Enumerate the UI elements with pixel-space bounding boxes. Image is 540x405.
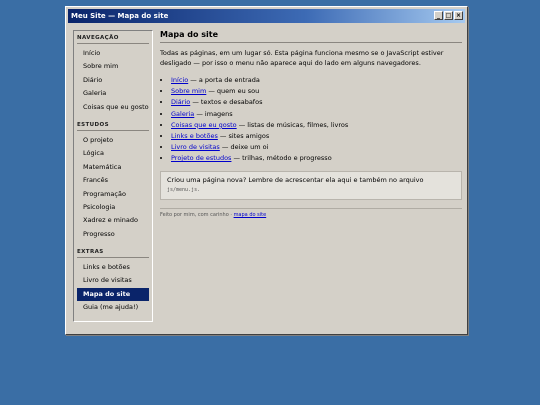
sidebar-item[interactable]: Progresso [77, 228, 149, 241]
close-button[interactable]: × [454, 11, 463, 20]
sitemap-link[interactable]: Links e botões [171, 132, 218, 140]
sitemap-item: Início — a porta de entrada [171, 75, 462, 86]
title-bar[interactable]: Meu Site — Mapa do site _ □ × [68, 9, 465, 23]
sidebar-item[interactable]: Psicologia [77, 201, 149, 214]
note-code: js/menu.js [167, 186, 198, 193]
maximize-button[interactable]: □ [444, 11, 453, 20]
sitemap-item: Galeria — imagens [171, 109, 462, 120]
sitemap-link[interactable]: Início [171, 76, 188, 84]
sidebar-menu: NAVEGAÇÃO Início Sobre mim Diário Galeria Coi… [73, 30, 153, 322]
sitemap-desc: — deixe um oi [219, 143, 269, 152]
main-content: Mapa do site Todas as páginas, em um lug… [160, 30, 462, 218]
sitemap-desc: — listas de músicas, filmes, livros [236, 120, 349, 129]
sidebar-item[interactable]: Livro de visitas [77, 274, 149, 287]
minimize-button[interactable]: _ [434, 11, 443, 20]
sitemap-desc: — textos e desabafos [190, 98, 263, 107]
footer-link[interactable]: mapa do site [234, 212, 267, 218]
sidebar-item[interactable]: Programação [77, 188, 149, 201]
sidebar-section-heading: EXTRAS [77, 245, 149, 259]
sidebar-item[interactable]: Guia (me ajuda!) [77, 301, 149, 314]
sidebar-item[interactable]: O projeto [77, 134, 149, 147]
sitemap-item: Sobre mim — quem eu sou [171, 86, 462, 97]
sidebar-item[interactable]: Mapa do site [77, 287, 149, 302]
sidebar-section-heading: ESTUDOS [77, 118, 149, 131]
note-end: . [197, 186, 201, 193]
sitemap-desc: — quem eu sou [206, 87, 260, 96]
sitemap-link[interactable]: Projeto de estudos [171, 154, 231, 162]
info-note: Criou uma página nova? Lembre de acresce… [160, 170, 462, 200]
sidebar-item[interactable]: Lógica [77, 147, 149, 160]
sitemap-item: Livro de visitas — deixe um oi [171, 142, 462, 153]
sitemap-link[interactable]: Sobre mim [171, 87, 206, 95]
sidebar-item[interactable]: Coisas que eu gosto [77, 101, 149, 114]
sidebar-item[interactable]: Galeria [77, 87, 149, 100]
sitemap-link[interactable]: Livro de visitas [171, 143, 220, 151]
sitemap-item: Links e botões — sites amigos [171, 131, 462, 142]
sitemap-list: Início — a porta de entradaSobre mim — q… [160, 75, 462, 165]
page-title: Mapa do site [160, 30, 462, 43]
sitemap-link[interactable]: Galeria [171, 110, 194, 118]
sidebar-item[interactable]: Diário [77, 74, 149, 87]
sitemap-link[interactable]: Diário [171, 98, 190, 106]
intro-text: Todas as páginas, em um lugar só. Esta p… [160, 49, 444, 67]
sitemap-desc: — trilhas, método e progresso [231, 154, 332, 163]
sidebar-section-heading: NAVEGAÇÃO [77, 31, 149, 44]
sidebar-item[interactable]: Sobre mim [77, 60, 149, 73]
window-title: Meu Site — Mapa do site [71, 12, 169, 20]
footer: Feito por mim, com carinho · mapa do sit… [160, 207, 462, 218]
sitemap-item: Coisas que eu gosto — listas de músicas,… [171, 120, 462, 131]
footer-text: Feito por mim, com carinho · [160, 211, 234, 218]
sitemap-link[interactable]: Coisas que eu gosto [171, 121, 237, 129]
sidebar-item[interactable]: Francês [77, 174, 149, 187]
sidebar-item[interactable]: Links e botões [77, 261, 149, 274]
sidebar-item[interactable]: Início [77, 47, 149, 60]
sidebar-item[interactable]: Matemática [77, 161, 149, 174]
browser-window: Meu Site — Mapa do site _ □ × NAVEGAÇÃO I… [65, 6, 468, 335]
sitemap-item: Diário — textos e desabafos [171, 97, 462, 108]
sidebar-item[interactable]: Xadrez e minado [77, 214, 149, 227]
note-text: Criou uma página nova? Lembre de acresce… [167, 175, 424, 184]
sitemap-desc: — sites amigos [217, 132, 270, 141]
sitemap-desc: — imagens [194, 109, 233, 118]
sitemap-item: Projeto de estudos — trilhas, método e p… [171, 153, 462, 164]
sitemap-desc: — a porta de entrada [188, 76, 260, 84]
